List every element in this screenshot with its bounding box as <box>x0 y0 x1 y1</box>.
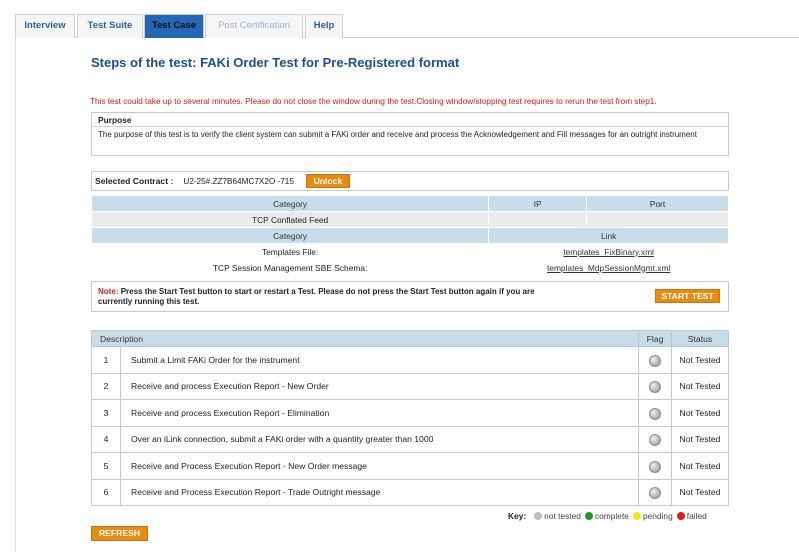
steps-header-description: Description <box>91 330 639 347</box>
tab-bar: Interview Test Suite Test Case Post Cert… <box>15 14 799 38</box>
files-header-link: Link <box>488 227 729 244</box>
table-row: 1 Submit a Limit FAKi Order for the inst… <box>91 346 729 374</box>
pending-dot-icon <box>632 512 641 520</box>
sbe-schema-link[interactable]: templates_MdpSessionMgmt.xml <box>547 263 670 273</box>
step-number: 1 <box>91 346 121 374</box>
files-header-category: Category <box>90 227 490 244</box>
step-number: 3 <box>91 399 121 427</box>
refresh-button[interactable]: REFRESH <box>91 526 148 541</box>
key-not-tested: not tested <box>544 511 581 521</box>
flag-not-tested-icon <box>649 407 661 420</box>
key-failed: failed <box>686 511 707 521</box>
key-label: Key: <box>508 511 527 521</box>
file-category: TCP Session Management SBE Schema: <box>91 259 489 276</box>
tab-post-certification: Post Certification <box>205 14 303 38</box>
step-description: Submit a Limit FAKi Order for the instru… <box>120 346 639 374</box>
tab-test-suite[interactable]: Test Suite <box>77 14 143 38</box>
tab-interview[interactable]: Interview <box>15 14 75 38</box>
table-row: 6 Receive and Process Execution Report -… <box>91 478 729 506</box>
not-tested-dot-icon <box>534 512 543 520</box>
key-pending: pending <box>642 511 673 521</box>
step-number: 4 <box>91 425 121 453</box>
conn-ip <box>488 211 588 228</box>
step-description: Receive and Process Execution Report - T… <box>120 478 639 506</box>
contract-label: Selected Contract : <box>95 176 174 186</box>
step-description: Receive and process Execution Report - N… <box>120 372 639 400</box>
unlock-button[interactable]: Unlock <box>305 174 350 188</box>
purpose-box: Purpose The purpose of this test is to v… <box>91 112 729 156</box>
selected-contract: Selected Contract : U2-25#.ZZ7B64MC7X2O … <box>91 171 729 191</box>
start-test-button[interactable]: START TEST <box>655 289 720 303</box>
flag-not-tested-icon <box>649 381 661 394</box>
key-complete: complete <box>594 511 629 521</box>
failed-dot-icon <box>676 512 685 520</box>
conn-category: TCP Conflated Feed <box>90 211 490 228</box>
conn-header-ip: IP <box>488 195 588 212</box>
step-number: 5 <box>91 452 121 480</box>
table-row: 4 Over an iLink connection, submit a FAK… <box>91 425 729 453</box>
steps-table: Description Flag Status 1 Submit a Limit… <box>91 330 729 506</box>
step-status: Not Tested <box>671 452 729 480</box>
step-status: Not Tested <box>671 425 729 453</box>
step-status: Not Tested <box>671 399 729 427</box>
warning-message: This test could take up to several minut… <box>90 97 657 106</box>
conn-header-port: Port <box>586 195 729 212</box>
note-text: Press the Start Test button to start or … <box>98 287 535 306</box>
steps-header-status: Status <box>671 330 729 347</box>
flag-not-tested-icon <box>649 434 661 447</box>
purpose-text: The purpose of this test is to verify th… <box>98 130 697 139</box>
flag-not-tested-icon <box>649 354 661 367</box>
complete-dot-icon <box>584 512 593 520</box>
note-box: Note: Press the Start Test button to sta… <box>91 281 729 312</box>
tab-help[interactable]: Help <box>305 14 343 38</box>
tab-test-case[interactable]: Test Case <box>144 14 204 38</box>
contract-value: U2-25#.ZZ7B64MC7X2O -715 <box>183 176 294 186</box>
flag-not-tested-icon <box>649 460 661 473</box>
step-status: Not Tested <box>671 478 729 506</box>
conn-port <box>586 211 729 228</box>
note-label: Note: <box>98 287 119 296</box>
step-description: Receive and process Execution Report - E… <box>120 399 639 427</box>
step-description: Receive and Process Execution Report - N… <box>120 452 639 480</box>
conn-header-category: Category <box>90 195 490 212</box>
step-description: Over an iLink connection, submit a FAKi … <box>120 425 639 453</box>
status-key: Key: not tested complete pending failed <box>508 511 707 521</box>
table-row: 3 Receive and process Execution Report -… <box>91 399 729 427</box>
page-title: Steps of the test: FAKi Order Test for P… <box>91 55 460 70</box>
connection-table: Category IP Port TCP Conflated Feed Cate… <box>90 195 729 276</box>
step-status: Not Tested <box>671 346 729 374</box>
step-number: 2 <box>91 372 121 400</box>
step-number: 6 <box>91 478 121 506</box>
steps-header-flag: Flag <box>638 330 672 347</box>
step-status: Not Tested <box>671 372 729 400</box>
flag-not-tested-icon <box>649 487 661 500</box>
table-row: 5 Receive and Process Execution Report -… <box>91 452 729 480</box>
templates-file-link[interactable]: templates_FixBinary.xml <box>563 247 654 257</box>
table-row: 2 Receive and process Execution Report -… <box>91 372 729 400</box>
purpose-heading: Purpose <box>92 113 728 127</box>
file-category: Templates File: <box>91 243 489 260</box>
